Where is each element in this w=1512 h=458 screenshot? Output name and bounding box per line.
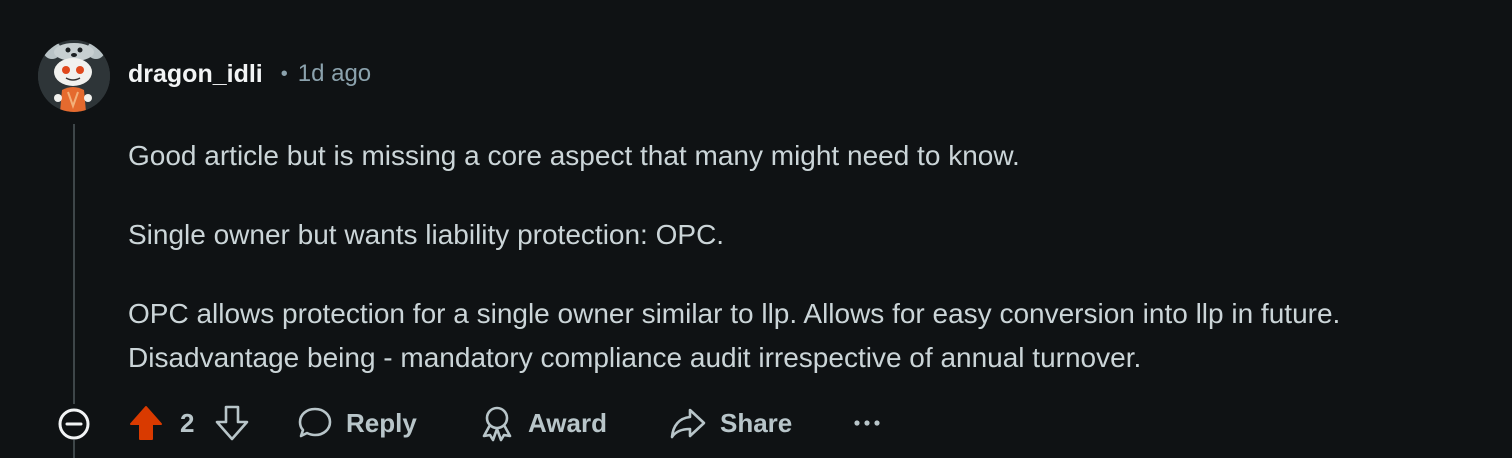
share-label: Share xyxy=(720,407,793,438)
comment-paragraph: Good article but is missing a core aspec… xyxy=(128,140,1020,171)
share-button[interactable]: Share xyxy=(668,398,792,448)
vote-count: 2 xyxy=(180,407,195,438)
comment-body: Good article but is missing a core aspec… xyxy=(128,134,1468,380)
timestamp[interactable]: 1d ago xyxy=(298,60,371,88)
comment-paragraph: Single owner but wants liability protect… xyxy=(128,219,725,250)
more-options-button[interactable] xyxy=(852,398,882,448)
downvote-arrow-icon xyxy=(215,405,249,441)
collapse-minus-icon xyxy=(58,408,90,440)
vote-score: 2 xyxy=(180,398,194,448)
share-arrow-icon xyxy=(670,408,706,439)
thread-line[interactable] xyxy=(73,124,75,404)
collapse-thread-button[interactable] xyxy=(56,406,92,442)
award-label: Award xyxy=(528,407,607,438)
upvote-button[interactable] xyxy=(128,398,164,448)
comment-paragraph: OPC allows protection for a single owner… xyxy=(128,298,1341,373)
award-button[interactable]: Award xyxy=(478,398,607,448)
upvote-arrow-icon xyxy=(130,406,162,440)
more-dots-icon xyxy=(854,420,880,426)
comment-meta: dragon_idli • 1d ago xyxy=(128,59,371,89)
meta-separator: • xyxy=(280,62,288,85)
comment-bubble-icon xyxy=(298,407,332,438)
downvote-button[interactable] xyxy=(214,398,250,448)
comment: dragon_idli • 1d ago Good article but is… xyxy=(0,0,1512,458)
reply-button[interactable]: Reply xyxy=(296,398,417,448)
username-link[interactable]: dragon_idli xyxy=(128,60,263,89)
user-avatar[interactable] xyxy=(38,40,110,112)
snoo-avatar-icon xyxy=(38,40,110,112)
award-ribbon-icon xyxy=(482,406,512,442)
comment-actions-bar: 2 Reply Award Share xyxy=(0,398,1512,448)
reply-label: Reply xyxy=(346,407,417,438)
